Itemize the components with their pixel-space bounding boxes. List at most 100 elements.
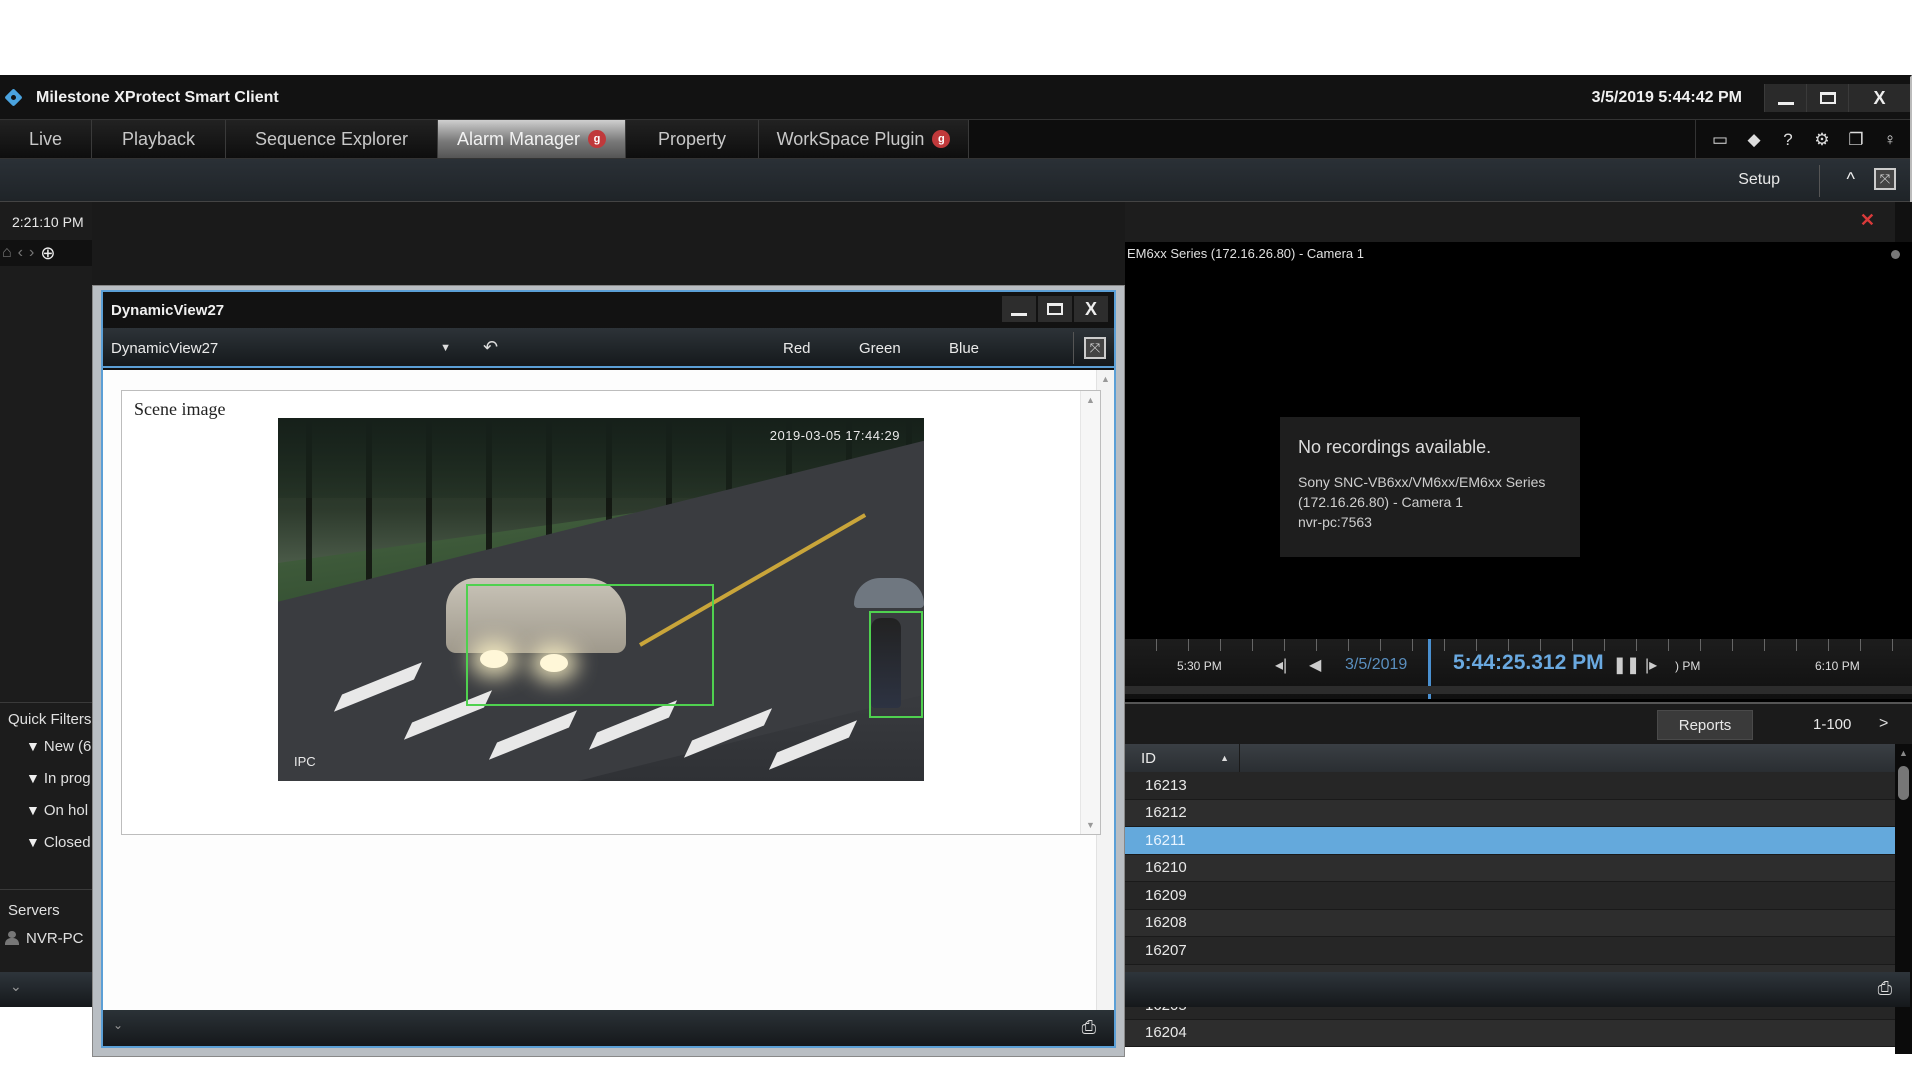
table-row[interactable]: 16207 — [1125, 937, 1895, 965]
server-item[interactable]: NVR-PC — [0, 923, 92, 953]
tab-live[interactable]: Live — [0, 120, 92, 158]
filter-icon: ▼ — [26, 738, 40, 754]
tab-label: Property — [657, 128, 727, 149]
nav-buttons: ⌂ ‹ › ⊕ — [0, 240, 92, 266]
back-icon[interactable]: ‹ — [18, 244, 23, 262]
dialog-minimize-button[interactable] — [1002, 296, 1036, 322]
table-scrollbar[interactable]: ▲ — [1895, 744, 1912, 1054]
step-back-icon[interactable]: ◀ — [1309, 655, 1321, 675]
device-name: Sony SNC-VB6xx/VM6xx/EM6xx Series — [1298, 474, 1546, 490]
device-address: (172.16.26.80) - Camera 1 — [1298, 494, 1463, 510]
expand-down-icon[interactable]: ⌄ — [10, 978, 22, 995]
table-row[interactable]: 16210 — [1125, 854, 1895, 882]
maximize-icon — [1047, 303, 1063, 315]
filter-in-progress[interactable]: ▼ In prog — [0, 762, 92, 794]
dialog-maximize-button[interactable] — [1038, 296, 1072, 322]
scroll-down-icon[interactable]: ▼ — [1086, 820, 1095, 830]
dialog-title-bar[interactable]: DynamicView27 X — [103, 292, 1114, 328]
tab-sequence-explorer[interactable]: Sequence Explorer — [226, 120, 438, 158]
milestone-logo-icon — [4, 88, 24, 108]
pause-icon[interactable]: ❚❚ — [1613, 655, 1640, 675]
timeline-date[interactable]: 3/5/2019 — [1345, 656, 1407, 674]
tab-property[interactable]: Property — [626, 120, 759, 158]
green-button[interactable]: Green — [859, 340, 901, 357]
setup-button[interactable]: Setup — [1738, 171, 1780, 189]
table-row[interactable]: 16204 — [1125, 1019, 1895, 1047]
table-row[interactable]: 16211 — [1125, 827, 1895, 855]
step-forward-icon[interactable]: |▸ — [1645, 655, 1657, 675]
fullscreen-icon[interactable]: ⤧ — [1084, 337, 1106, 359]
scroll-up-icon[interactable]: ▲ — [1899, 748, 1908, 758]
undo-icon[interactable]: ↶ — [483, 337, 498, 358]
tab-label: Live — [28, 128, 63, 149]
table-row[interactable]: 16212 — [1125, 799, 1895, 827]
scene-image-panel: Scene image 2019-03-05 17:44:29 IPC ▲ ▼ — [121, 390, 1101, 835]
globe-icon[interactable]: ⊕ — [40, 243, 55, 264]
minimize-button[interactable] — [1764, 84, 1806, 112]
timeline[interactable]: 5:30 PM ◂| ◀ 3/5/2019 5:44:25.312 PM ❚❚ … — [1125, 639, 1912, 699]
collapse-up-icon[interactable]: ^ — [1847, 169, 1855, 190]
alarm-id-cell: 16210 — [1145, 859, 1187, 877]
umbrella — [854, 578, 924, 608]
maximize-icon — [1819, 92, 1836, 104]
close-icon: X — [1084, 298, 1097, 319]
scene-scrollbar[interactable]: ▲ ▼ — [1080, 391, 1100, 834]
dialog-close-button[interactable]: X — [1074, 296, 1108, 322]
tab-workspace-plugin[interactable]: WorkSpace Plugin g — [759, 120, 969, 158]
notification-badge: g — [932, 130, 951, 148]
print-icon[interactable]: ⎙ — [1082, 1017, 1096, 1038]
scroll-up-icon[interactable]: ▲ — [1086, 395, 1095, 405]
dialog-footer: ⌄ ⎙ — [103, 1010, 1114, 1046]
timeline-label-right: 6:10 PM — [1815, 659, 1860, 673]
scrollbar-thumb[interactable] — [1898, 766, 1909, 800]
reports-button[interactable]: Reports — [1657, 710, 1753, 740]
window-icon[interactable]: ❐ — [1846, 130, 1866, 150]
forward-icon[interactable]: › — [29, 244, 34, 262]
column-header-id[interactable]: ID ▲ — [1125, 744, 1240, 772]
connection-icon[interactable]: ◆ — [1744, 130, 1764, 150]
alarm-id-cell: 16209 — [1145, 886, 1187, 904]
scene-image[interactable]: 2019-03-05 17:44:29 IPC — [278, 418, 924, 781]
minimize-icon — [1777, 101, 1794, 105]
status-icon[interactable]: ▭ — [1710, 130, 1730, 150]
close-button[interactable]: X — [1848, 84, 1910, 112]
expand-down-icon[interactable]: ⌄ — [113, 1018, 123, 1032]
filter-on-hold[interactable]: ▼ On hol — [0, 794, 92, 826]
print-icon[interactable]: ⎙ — [1878, 978, 1892, 999]
close-camera-icon[interactable]: ✕ — [1860, 210, 1875, 231]
home-icon[interactable]: ⌂ — [2, 244, 12, 262]
divider — [1073, 332, 1074, 364]
vehicle-bounding-box — [466, 584, 714, 706]
alarm-id-cell: 16208 — [1145, 914, 1187, 932]
red-button[interactable]: Red — [783, 340, 811, 357]
tab-alarm-manager[interactable]: Alarm Manager g — [438, 120, 626, 158]
quick-filters-heading: Quick Filters — [8, 711, 92, 728]
table-row[interactable]: 16208 — [1125, 909, 1895, 937]
server-user-icon — [4, 931, 20, 945]
scroll-up-icon[interactable]: ▲ — [1101, 374, 1110, 384]
divider — [1819, 165, 1820, 197]
fullscreen-icon[interactable]: ⤧ — [1874, 168, 1896, 190]
table-row[interactable]: 16213 — [1125, 772, 1895, 800]
tab-playback[interactable]: Playback — [92, 120, 226, 158]
login-key-icon[interactable]: ♀ — [1880, 130, 1900, 150]
settings-icon[interactable]: ⚙ — [1812, 130, 1832, 150]
timeline-track[interactable] — [1125, 686, 1912, 694]
filter-label: On hol — [43, 801, 89, 819]
header-scrollbar[interactable] — [1895, 202, 1912, 242]
servers-heading: Servers — [8, 902, 60, 919]
help-icon[interactable]: ? — [1778, 130, 1798, 150]
blue-button[interactable]: Blue — [949, 340, 979, 357]
filter-closed[interactable]: ▼ Closed — [0, 826, 92, 858]
filter-new[interactable]: ▼ New (6 — [0, 730, 92, 762]
view-select-value: DynamicView27 — [111, 339, 219, 357]
app-title: Milestone XProtect Smart Client — [36, 89, 279, 106]
system-clock: 3/5/2019 5:44:42 PM — [1591, 89, 1742, 106]
view-select[interactable]: DynamicView27 ▼ — [111, 328, 451, 368]
skip-back-icon[interactable]: ◂| — [1275, 655, 1287, 675]
maximize-button[interactable] — [1806, 84, 1848, 112]
filter-label: New (6 — [43, 737, 92, 755]
table-row[interactable]: 16209 — [1125, 882, 1895, 910]
next-page-button[interactable]: > — [1879, 715, 1888, 733]
alarm-id-cell: 16213 — [1145, 776, 1187, 794]
